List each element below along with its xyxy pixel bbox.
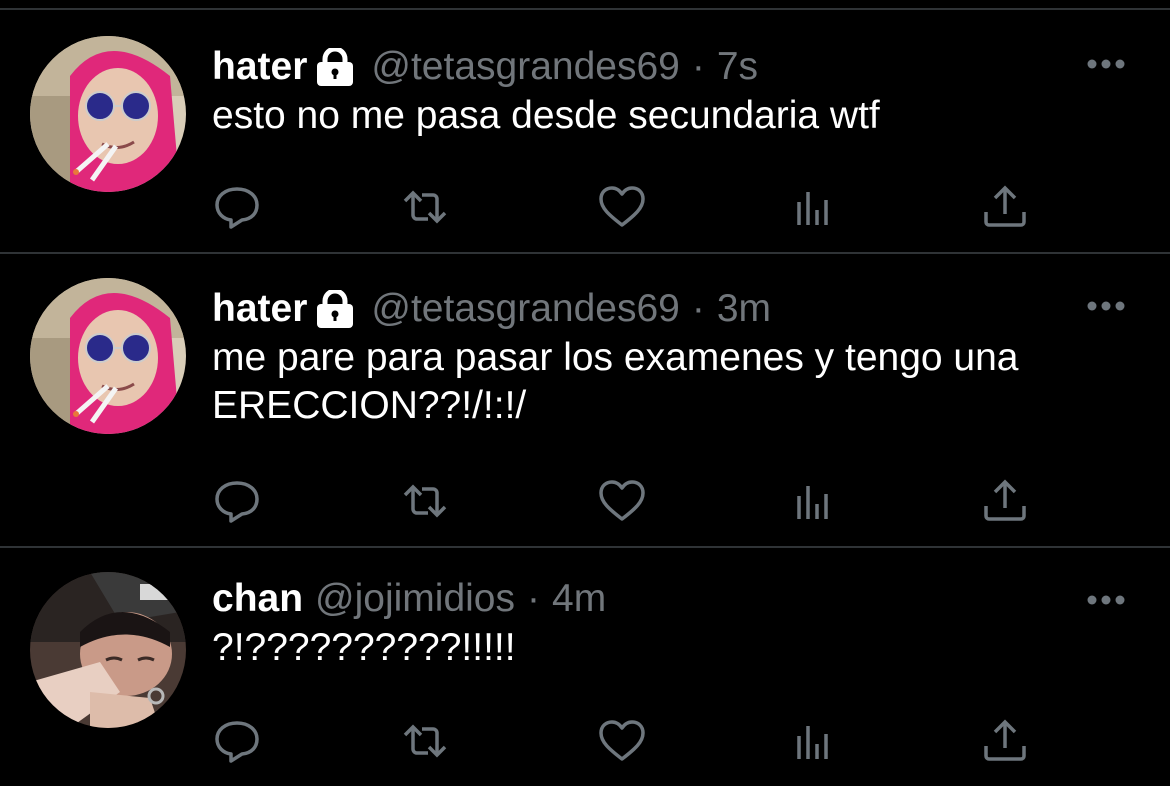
lock-icon [315,290,355,328]
tweet-header: hater @tetasgrandes69 · 7s [212,42,758,92]
display-name[interactable]: hater [212,287,307,331]
reply-icon[interactable] [212,716,262,766]
retweet-icon[interactable] [400,182,450,232]
tweet-text: me pare para pasar los examenes y tengo … [212,336,1019,427]
user-handle[interactable]: @jojimidios [315,577,515,621]
reply-icon[interactable] [212,476,262,526]
action-bar [212,182,1042,232]
views-icon[interactable] [790,716,840,766]
more-icon[interactable] [1086,57,1126,71]
avatar[interactable] [30,36,186,192]
share-icon[interactable] [980,182,1030,232]
action-bar [212,716,1042,766]
share-icon[interactable] [980,716,1030,766]
like-icon[interactable] [597,476,647,526]
tweet[interactable]: hater @tetasgrandes69 · 3m me pare para … [0,254,1170,546]
views-icon[interactable] [790,476,840,526]
tweet[interactable]: hater @tetasgrandes69 · 7s esto no me pa… [0,0,1170,252]
like-icon[interactable] [597,716,647,766]
retweet-icon[interactable] [400,476,450,526]
retweet-icon[interactable] [400,716,450,766]
tweet-text: esto no me pasa desde secundaria wtf [212,94,880,137]
display-name[interactable]: hater [212,45,307,89]
reply-icon[interactable] [212,182,262,232]
avatar[interactable] [30,278,186,434]
more-icon[interactable] [1086,299,1126,313]
share-icon[interactable] [980,476,1030,526]
like-icon[interactable] [597,182,647,232]
action-bar [212,476,1042,526]
user-handle[interactable]: @tetasgrandes69 [371,287,679,331]
views-icon[interactable] [790,182,840,232]
tweet-header: chan @jojimidios · 4m [212,574,606,624]
user-handle[interactable]: @tetasgrandes69 [371,45,679,89]
timestamp[interactable]: 3m [717,287,771,331]
display-name[interactable]: chan [212,577,303,621]
separator-dot: · [691,45,705,88]
separator-dot: · [691,287,705,330]
avatar[interactable] [30,572,186,728]
tweet[interactable]: chan @jojimidios · 4m ?!??????????!!!!! [0,548,1170,786]
separator-dot: · [527,577,541,620]
lock-icon [315,48,355,86]
tweet-header: hater @tetasgrandes69 · 3m [212,284,771,334]
timestamp[interactable]: 7s [717,45,758,89]
more-icon[interactable] [1086,593,1126,607]
tweet-text: ?!??????????!!!!! [212,626,516,669]
timestamp[interactable]: 4m [552,577,606,621]
